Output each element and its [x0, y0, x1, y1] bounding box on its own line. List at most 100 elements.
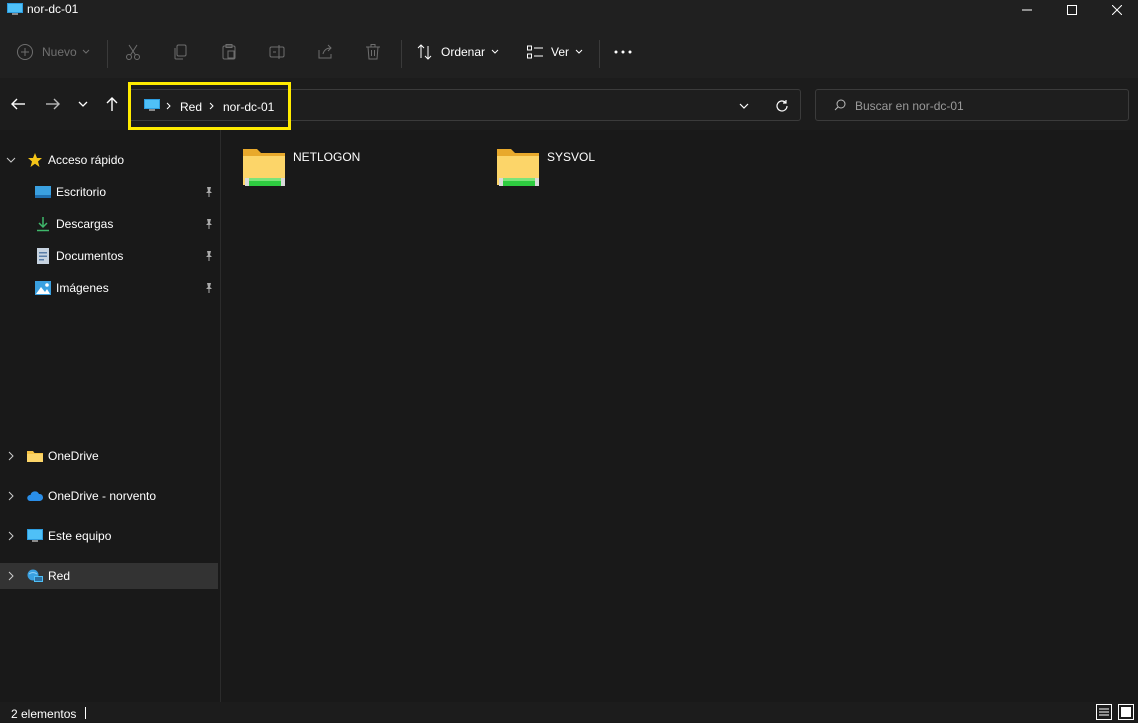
tiles-view-icon	[1118, 704, 1134, 720]
computer-icon	[7, 3, 23, 15]
chevron-right-icon	[8, 571, 14, 581]
paste-button[interactable]	[220, 32, 238, 72]
shared-folder-icon	[497, 149, 539, 186]
back-button[interactable]	[6, 92, 30, 116]
close-icon	[1112, 5, 1122, 15]
command-bar: Nuevo Ordenar Ver	[0, 32, 1138, 79]
shared-folder-icon	[243, 149, 285, 186]
chevron-down-icon	[78, 101, 88, 107]
title-bar: nor-dc-01	[0, 0, 1138, 32]
trash-icon	[366, 44, 380, 60]
sidebar-item-label: OneDrive	[48, 449, 99, 463]
pictures-icon	[35, 281, 51, 295]
forward-button[interactable]	[41, 92, 65, 116]
sidebar-item-onedrive[interactable]: OneDrive	[0, 443, 218, 469]
file-list	[221, 130, 1138, 702]
chevron-right-icon	[8, 451, 14, 461]
recent-locations-button[interactable]	[71, 92, 95, 116]
chevron-down-icon	[491, 49, 499, 54]
sidebar-item-documentos[interactable]: Documentos	[0, 243, 218, 269]
minimize-button[interactable]	[1004, 0, 1050, 20]
delete-button[interactable]	[364, 32, 382, 72]
paste-icon	[222, 44, 236, 60]
share-button[interactable]	[316, 32, 334, 72]
sidebar-item-label: Acceso rápido	[48, 153, 125, 167]
share-icon	[318, 44, 332, 59]
details-view-button[interactable]	[1096, 704, 1112, 720]
chevron-down-icon	[575, 49, 583, 54]
sidebar-item-red[interactable]: Red	[0, 563, 218, 589]
toolbar-divider	[401, 40, 402, 68]
file-name: NETLOGON	[293, 150, 361, 164]
view-icon	[527, 45, 543, 59]
sidebar-item-label: OneDrive - norvento	[48, 489, 157, 503]
navigation-pane: Acceso rápido Escritorio Descargas Docum…	[0, 130, 221, 702]
sidebar-item-label: Imágenes	[56, 281, 109, 295]
minimize-icon	[1022, 9, 1032, 11]
pin-icon[interactable]	[203, 186, 215, 198]
toolbar-divider	[107, 40, 108, 68]
rename-icon	[269, 45, 285, 59]
sidebar-item-label: Escritorio	[56, 185, 107, 199]
chevron-down-icon	[739, 103, 749, 109]
new-label: Nuevo	[42, 45, 77, 59]
sidebar-item-quick-access[interactable]: Acceso rápido	[0, 147, 218, 173]
sidebar-item-label: Red	[48, 569, 71, 583]
copy-icon	[174, 44, 187, 60]
search-placeholder: Buscar en nor-dc-01	[855, 99, 964, 113]
sidebar-item-onedrive-norvento[interactable]: OneDrive - norvento	[0, 483, 218, 509]
chevron-down-icon	[6, 157, 16, 163]
chevron-right-icon	[8, 491, 14, 501]
add-icon	[17, 44, 33, 60]
status-bar: 2 elementos	[0, 702, 1138, 722]
pin-icon[interactable]	[203, 250, 215, 262]
file-name: SYSVOL	[547, 150, 596, 164]
details-view-icon	[1096, 704, 1112, 720]
sidebar-item-imagenes[interactable]: Imágenes	[0, 275, 218, 301]
pin-icon[interactable]	[203, 282, 215, 294]
search-icon	[834, 99, 846, 111]
sidebar-item-label: Este equipo	[48, 529, 112, 543]
sidebar-item-este-equipo[interactable]: Este equipo	[0, 523, 218, 549]
toolbar-divider	[599, 40, 600, 68]
view-label: Ver	[551, 45, 570, 59]
sidebar-item-descargas[interactable]: Descargas	[0, 211, 218, 237]
breadcrumb-highlight	[128, 82, 291, 130]
sidebar-item-label: Descargas	[56, 217, 114, 231]
cut-button[interactable]	[124, 32, 142, 72]
status-divider	[85, 707, 86, 719]
refresh-button[interactable]	[772, 96, 792, 116]
maximize-button[interactable]	[1049, 0, 1095, 20]
cloud-icon	[27, 491, 43, 501]
sort-button[interactable]: Ordenar	[416, 32, 499, 72]
folder-icon	[27, 451, 43, 462]
chevron-down-icon	[82, 49, 90, 54]
chevron-right-icon	[8, 531, 14, 541]
view-button[interactable]: Ver	[526, 32, 583, 72]
arrow-left-icon	[11, 98, 25, 110]
file-item-sysvol[interactable]: SYSVOL	[495, 145, 725, 195]
new-button[interactable]: Nuevo	[16, 32, 90, 72]
more-options-button[interactable]	[613, 32, 633, 72]
window-title: nor-dc-01	[27, 2, 79, 16]
up-button[interactable]	[100, 92, 124, 116]
item-count: 2 elementos	[11, 707, 77, 721]
sidebar-item-escritorio[interactable]: Escritorio	[0, 179, 218, 205]
file-item-netlogon[interactable]: NETLOGON	[241, 145, 471, 195]
scissors-icon	[126, 44, 140, 60]
computer-icon	[27, 529, 43, 542]
rename-button[interactable]	[268, 32, 286, 72]
tiles-view-button[interactable]	[1118, 704, 1134, 720]
close-button[interactable]	[1094, 0, 1138, 20]
pin-icon[interactable]	[203, 218, 215, 230]
network-icon	[27, 569, 43, 582]
refresh-icon	[776, 100, 788, 112]
address-history-button[interactable]	[734, 98, 754, 114]
sidebar-item-label: Documentos	[56, 249, 124, 263]
sort-icon	[417, 44, 432, 60]
arrow-right-icon	[46, 98, 60, 110]
more-icon	[614, 50, 632, 54]
sort-label: Ordenar	[441, 45, 486, 59]
arrow-up-icon	[106, 97, 118, 111]
copy-button[interactable]	[172, 32, 190, 72]
